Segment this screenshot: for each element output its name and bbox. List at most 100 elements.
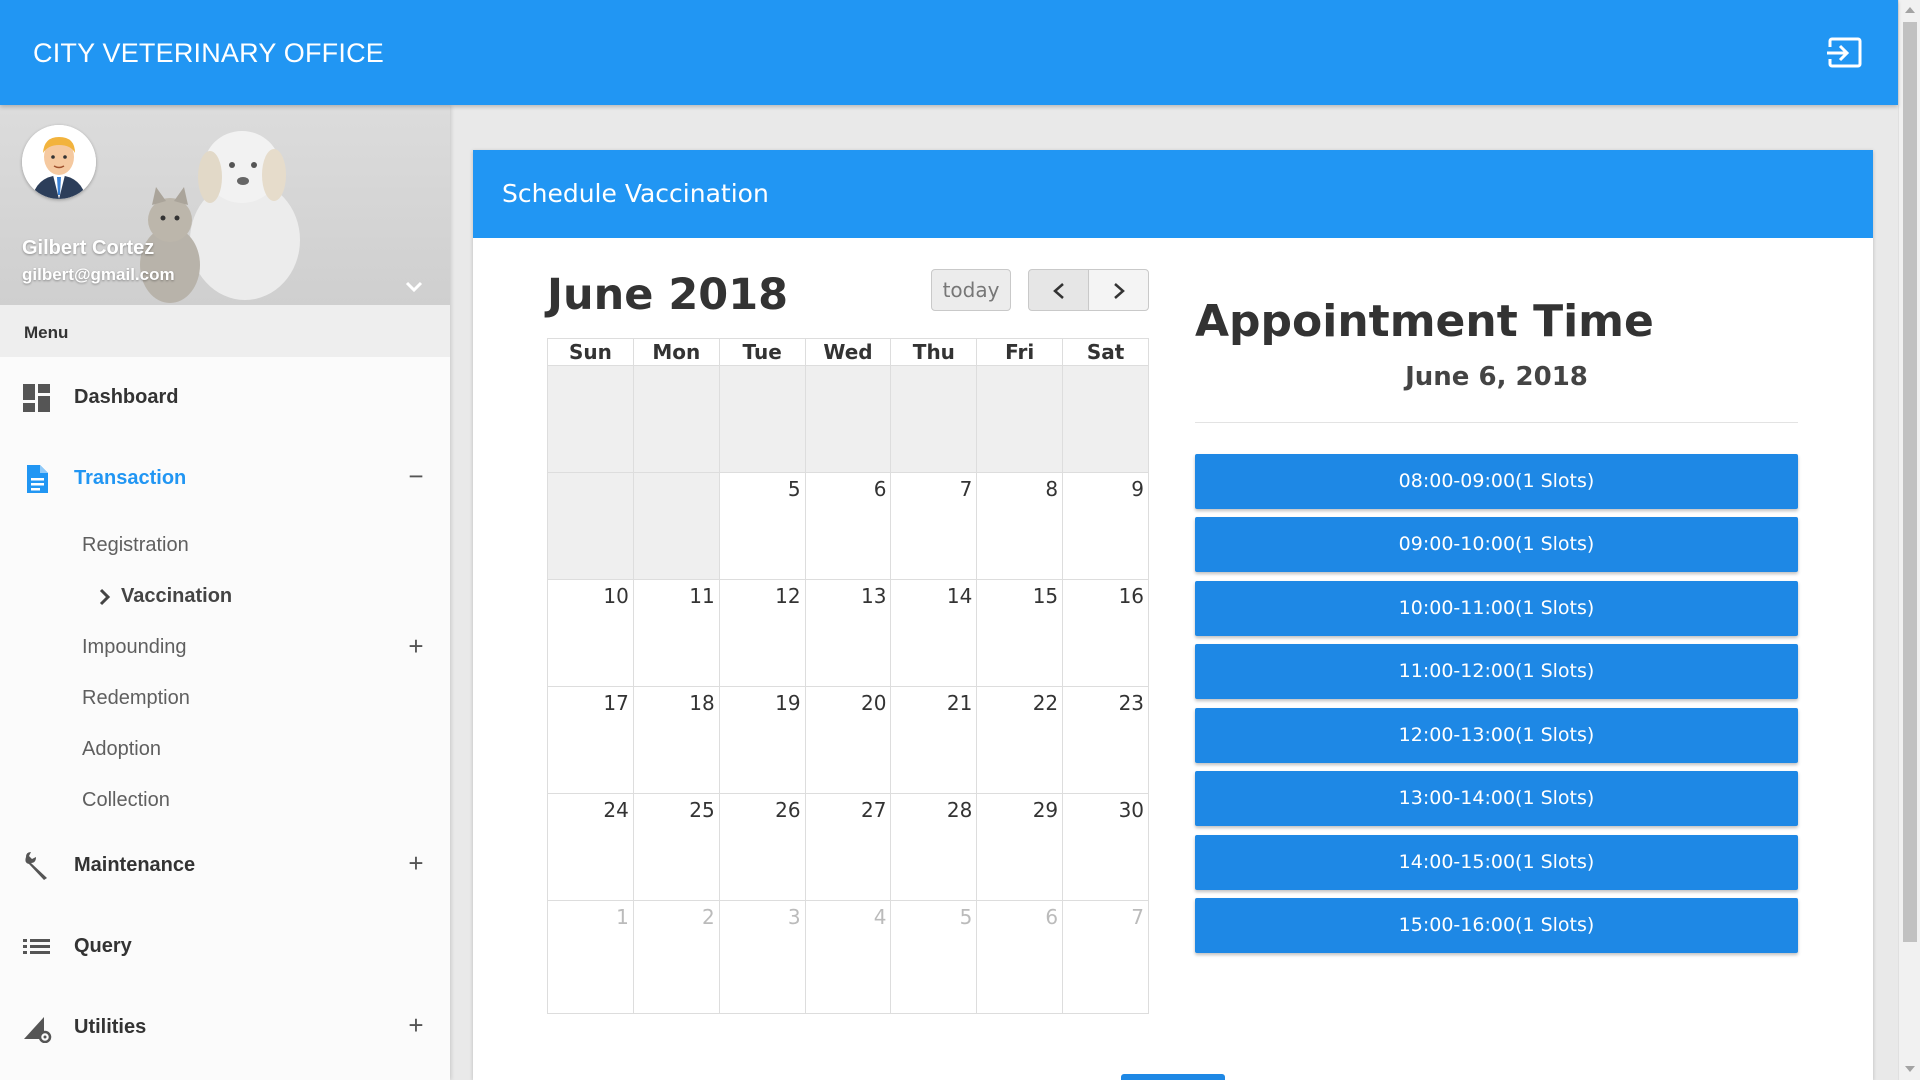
calendar-day-cell[interactable]: 28: [891, 794, 978, 900]
calendar-day-cell: [891, 366, 978, 472]
calendar-day-cell[interactable]: 18: [634, 687, 720, 793]
calendar-day-cell[interactable]: 6: [977, 901, 1064, 1013]
prev-month-button[interactable]: [1028, 269, 1089, 311]
calendar-day-cell[interactable]: 5: [720, 473, 806, 579]
page-scrollbar[interactable]: [1898, 0, 1920, 1080]
sidebar-item-label: Dashboard: [74, 386, 179, 408]
sidebar-subitem-adoption[interactable]: Adoption: [0, 728, 450, 768]
top-app-bar: CITY VETERINARY OFFICE: [0, 0, 1898, 105]
time-slot-button[interactable]: 09:00-10:00(1 Slots): [1195, 517, 1798, 572]
sidebar-item-query[interactable]: Query: [0, 921, 450, 971]
calendar-day-cell[interactable]: 10: [548, 580, 634, 686]
calendar-day-cell[interactable]: 29: [977, 794, 1064, 900]
calendar-day-cell[interactable]: 3: [720, 901, 806, 1013]
calendar-day-number: 13: [860, 584, 887, 608]
calendar-day-number: 10: [603, 584, 629, 608]
calendar-day-cell[interactable]: 9: [1063, 473, 1150, 579]
calendar-day-cell[interactable]: 16: [1063, 580, 1150, 686]
time-slot-button[interactable]: 14:00-15:00(1 Slots): [1195, 835, 1798, 890]
calendar-day-cell[interactable]: 2: [634, 901, 720, 1013]
calendar-day-number: 15: [1032, 584, 1059, 608]
sidebar-item-maintenance[interactable]: Maintenance +: [0, 840, 450, 890]
sidebar-item-utilities[interactable]: Utilities +: [0, 1002, 450, 1052]
calendar-day-cell[interactable]: 6: [806, 473, 892, 579]
calendar-day-cell[interactable]: 20: [806, 687, 892, 793]
expand-icon[interactable]: +: [406, 633, 426, 659]
calendar-day-number: 22: [1032, 691, 1059, 715]
sidebar-subitem-vaccination[interactable]: Vaccination: [0, 575, 450, 615]
user-name: Gilbert Cortez: [22, 237, 155, 259]
weekday-label: Fri: [977, 339, 1064, 365]
calendar-day-cell[interactable]: 12: [720, 580, 806, 686]
weekday-label: Thu: [891, 339, 978, 365]
calendar-day-number: 6: [873, 477, 887, 501]
chevron-down-icon[interactable]: [404, 279, 424, 293]
sidebar-item-label: Utilities: [74, 1016, 147, 1038]
calendar-day-cell[interactable]: 13: [806, 580, 892, 686]
calendar-day-cell: [719, 366, 806, 472]
calendar-day-cell[interactable]: 14: [891, 580, 978, 686]
time-slot-button[interactable]: 12:00-13:00(1 Slots): [1195, 708, 1798, 763]
calendar-day-cell[interactable]: 15: [977, 580, 1064, 686]
calendar-day-cell[interactable]: 17: [548, 687, 634, 793]
sidebar-subitem-redemption[interactable]: Redemption: [0, 677, 450, 717]
calendar-day-cell: [805, 366, 892, 472]
time-slot-button[interactable]: 15:00-16:00(1 Slots): [1195, 898, 1798, 953]
submit-button[interactable]: [1121, 1074, 1225, 1080]
avatar[interactable]: [22, 125, 96, 199]
time-slot-button[interactable]: 11:00-12:00(1 Slots): [1195, 644, 1798, 699]
sidebar-subitem-registration[interactable]: Registration: [0, 524, 450, 564]
calendar-day-number: 20: [860, 691, 887, 715]
list-icon: [23, 939, 50, 954]
calendar-day-cell[interactable]: 1: [548, 901, 634, 1013]
utilities-icon: [24, 1017, 52, 1043]
calendar-day-number: 21: [946, 691, 973, 715]
calendar-day-number: 5: [959, 905, 973, 929]
logout-icon[interactable]: [1825, 36, 1863, 70]
calendar-day-cell: [1063, 366, 1150, 472]
sidebar-item-label: Maintenance: [74, 854, 196, 876]
calendar-day-cell[interactable]: 4: [806, 901, 892, 1013]
calendar-day-cell[interactable]: 11: [634, 580, 720, 686]
sidebar-item-dashboard[interactable]: Dashboard: [0, 372, 450, 422]
calendar-grid: Sun Mon Tue Wed Thu Fri Sat 5 6 7 8 9 10…: [547, 338, 1150, 1014]
expand-icon[interactable]: +: [406, 1012, 426, 1038]
sidebar-subitem-impounding[interactable]: Impounding +: [0, 626, 450, 666]
sidebar-subitem-collection[interactable]: Collection: [0, 779, 450, 819]
calendar-day-cell[interactable]: 25: [634, 794, 720, 900]
calendar-day-number: 7: [1131, 905, 1145, 929]
today-button[interactable]: today: [931, 269, 1011, 311]
scroll-down-icon[interactable]: [1905, 1066, 1915, 1072]
expand-icon[interactable]: +: [406, 850, 426, 876]
time-slot-button[interactable]: 10:00-11:00(1 Slots): [1195, 581, 1798, 636]
calendar-day-cell[interactable]: 7: [1063, 901, 1150, 1013]
calendar-day-cell[interactable]: 7: [891, 473, 978, 579]
calendar-day-cell[interactable]: 23: [1063, 687, 1150, 793]
calendar-day-cell[interactable]: 5: [891, 901, 978, 1013]
calendar-day-cell[interactable]: 22: [977, 687, 1064, 793]
time-slot-button[interactable]: 13:00-14:00(1 Slots): [1195, 771, 1798, 826]
scroll-up-icon[interactable]: [1905, 7, 1915, 13]
chevron-right-icon: [1114, 283, 1125, 299]
appointment-title: Appointment Time: [1195, 296, 1654, 347]
collapse-icon[interactable]: −: [406, 463, 426, 489]
calendar-week-row: [547, 366, 1150, 473]
next-month-button[interactable]: [1088, 269, 1149, 311]
calendar-day-number: 12: [775, 584, 801, 608]
chevron-left-icon: [1053, 283, 1064, 299]
calendar-day-cell[interactable]: 24: [548, 794, 634, 900]
calendar-day-cell[interactable]: 26: [720, 794, 806, 900]
scroll-thumb[interactable]: [1903, 22, 1917, 942]
calendar-day-cell[interactable]: 21: [891, 687, 978, 793]
calendar-day-cell[interactable]: 8: [977, 473, 1064, 579]
sidebar-item-transaction[interactable]: Transaction −: [0, 453, 450, 503]
sidebar-subitem-label: Registration: [82, 534, 189, 556]
menu-header-label: Menu: [24, 323, 69, 342]
calendar-day-cell: [548, 473, 634, 579]
calendar-day-number: 18: [689, 691, 715, 715]
menu-header: Menu: [0, 305, 450, 357]
calendar-day-cell[interactable]: 27: [806, 794, 892, 900]
calendar-day-cell[interactable]: 19: [720, 687, 806, 793]
time-slot-button[interactable]: 08:00-09:00(1 Slots): [1195, 454, 1798, 509]
calendar-day-cell[interactable]: 30: [1063, 794, 1150, 900]
